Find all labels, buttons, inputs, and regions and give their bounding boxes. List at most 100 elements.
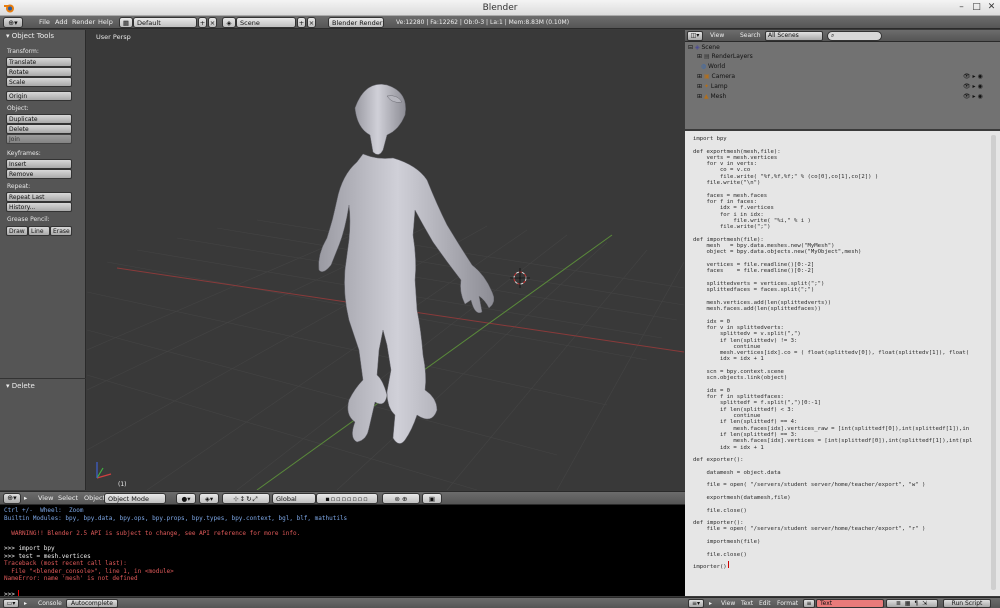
- minimize-button[interactable]: –: [955, 2, 968, 13]
- maximize-button[interactable]: □: [970, 2, 983, 13]
- script-code[interactable]: import bpy def exportmesh(mesh,file): ve…: [693, 136, 973, 570]
- gp-line-button[interactable]: Line: [28, 226, 50, 236]
- 3d-view-menu[interactable]: View: [38, 493, 53, 504]
- object-frame-label: (1): [118, 481, 127, 488]
- console-editor-type[interactable]: ▭▾: [3, 599, 19, 608]
- info-header: ⊕▾ File Add Render Help ▦ Default + × ◈ …: [0, 16, 1000, 29]
- outliner-display-mode[interactable]: All Scenes: [765, 31, 823, 41]
- text-collapse-icon[interactable]: ▸: [709, 599, 712, 608]
- text-cursor: [728, 561, 729, 568]
- outliner-search-menu[interactable]: Search: [740, 31, 761, 41]
- snap-buttons[interactable]: ⊚ ⊕: [382, 493, 420, 504]
- outliner-search-input[interactable]: ⌕: [827, 31, 882, 41]
- outliner-item-lamp[interactable]: ⊞ ✦ Lamp: [697, 82, 728, 92]
- grease-pencil-label: Grease Pencil:: [7, 216, 50, 223]
- python-console[interactable]: Ctrl +/- Wheel: Zoom Builtin Modules: bpy…: [0, 505, 685, 598]
- text-browse-icon[interactable]: ≡: [803, 599, 815, 608]
- join-button[interactable]: Join: [6, 134, 72, 144]
- translate-button[interactable]: Translate: [6, 57, 72, 67]
- operator-panel-header[interactable]: ▾ Delete: [6, 382, 35, 390]
- menu-add[interactable]: Add: [55, 17, 68, 28]
- 3d-select-menu[interactable]: Select: [58, 493, 78, 504]
- close-button[interactable]: ✕: [985, 2, 998, 13]
- text-format-menu[interactable]: Format: [777, 599, 798, 608]
- console-line: File "<blender_console>", line 1, in <mo…: [4, 567, 174, 575]
- window-title: Blender: [482, 3, 518, 13]
- layer-buttons[interactable]: ▪▫▫▫▫▫▫▫: [316, 493, 378, 504]
- origin-button[interactable]: Origin: [6, 91, 72, 101]
- 3d-view-header: ⊕▾ ▸ View Select Object Object Mode ●▾ ◈…: [0, 491, 685, 505]
- transform-label: Transform:: [7, 48, 39, 55]
- text-editor-header: ≡▾ ▸ View Text Edit Format ≡ Text ≣ ▦ ¶ …: [685, 597, 1000, 608]
- insert-keyframe-button[interactable]: Insert: [6, 159, 72, 169]
- text-edit-menu[interactable]: Edit: [759, 599, 771, 608]
- text-name-field[interactable]: Text: [816, 599, 884, 608]
- repeat-last-button[interactable]: Repeat Last: [6, 192, 72, 202]
- object-tools-title: Object Tools: [11, 32, 55, 40]
- interaction-mode-select[interactable]: Object Mode: [104, 493, 166, 504]
- outliner-item-renderlayers[interactable]: ⊞ ▤ RenderLayers: [697, 52, 753, 62]
- 3d-editor-type-menu[interactable]: ⊕▾: [3, 493, 21, 504]
- history-button[interactable]: History...: [6, 202, 72, 212]
- gp-draw-button[interactable]: Draw: [6, 226, 28, 236]
- remove-keyframe-button[interactable]: Remove: [6, 169, 72, 179]
- delete-scene-button[interactable]: ×: [307, 17, 316, 28]
- operator-title: Delete: [11, 382, 35, 390]
- 3d-object-menu[interactable]: Object: [84, 493, 105, 504]
- screen-layout-icon[interactable]: ▦: [119, 17, 133, 28]
- object-tools-panel-header[interactable]: ▾ Object Tools: [6, 32, 54, 40]
- editor-type-menu[interactable]: ⊕▾: [3, 17, 23, 28]
- text-text-menu[interactable]: Text: [741, 599, 753, 608]
- autocomplete-button[interactable]: Autocomplete: [66, 599, 118, 608]
- viewport-shading-select[interactable]: ●▾: [176, 493, 196, 504]
- mesh-label: Mesh: [710, 93, 727, 100]
- y-axis-line: [256, 234, 613, 490]
- 3d-viewport[interactable]: User Persp (1): [87, 30, 684, 490]
- outliner-item-mesh[interactable]: ⊞ ▲ Mesh: [697, 92, 726, 102]
- rotate-button[interactable]: Rotate: [6, 67, 72, 77]
- console-header: ▭▾ ▸ Console Autocomplete: [0, 597, 685, 608]
- gp-erase-button[interactable]: Erase: [50, 226, 72, 236]
- outliner-item-camera[interactable]: ⊞ ▣ Camera: [697, 72, 735, 82]
- outliner-restrict-icons[interactable]: 👁 ▸ ◉ 👁 ▸ ◉ 👁 ▸ ◉: [963, 72, 993, 102]
- alien-mesh-model[interactable]: [318, 84, 495, 444]
- text-display-toggles[interactable]: ≣ ▦ ¶ ⇲: [886, 599, 938, 608]
- scene-field[interactable]: Scene: [236, 17, 296, 28]
- world-label: World: [708, 63, 726, 70]
- outliner-editor-type[interactable]: ◫▾: [687, 31, 703, 41]
- menu-file[interactable]: File: [39, 17, 50, 28]
- console-menu[interactable]: Console: [38, 599, 62, 608]
- screen-layout-field[interactable]: Default: [133, 17, 197, 28]
- manipulator-buttons[interactable]: ⊹↕↻⤢: [222, 493, 270, 504]
- menu-render[interactable]: Render: [72, 17, 95, 28]
- pivot-point-select[interactable]: ◈▾: [199, 493, 219, 504]
- delete-button[interactable]: Delete: [6, 124, 72, 134]
- add-scene-button[interactable]: +: [297, 17, 306, 28]
- run-script-button[interactable]: Run Script: [943, 599, 991, 608]
- tool-shelf: ▾ Object Tools Transform: Translate Rota…: [0, 30, 86, 490]
- text-editor-type[interactable]: ≡▾: [688, 599, 704, 608]
- menu-help[interactable]: Help: [98, 17, 113, 28]
- outliner-item-world[interactable]: ◍ World: [697, 62, 725, 72]
- render-preview-button[interactable]: ▣: [422, 493, 442, 504]
- console-collapse-icon[interactable]: ▸: [24, 599, 27, 608]
- outliner-view-menu[interactable]: View: [710, 31, 724, 41]
- window-titlebar: Blender: [0, 0, 1000, 16]
- add-screen-button[interactable]: +: [198, 17, 207, 28]
- 3d-cursor[interactable]: [510, 268, 530, 288]
- delete-screen-button[interactable]: ×: [208, 17, 217, 28]
- repeat-label: Repeat:: [7, 183, 31, 190]
- scene-icon[interactable]: ◈: [222, 17, 236, 28]
- render-engine-select[interactable]: Blender Render: [328, 17, 384, 28]
- text-editor[interactable]: import bpy def exportmesh(mesh,file): ve…: [685, 131, 1000, 596]
- text-view-menu[interactable]: View: [721, 599, 735, 608]
- console-line: >>> import bpy: [4, 544, 55, 552]
- scene-stats: Ve:12280 | Fa:12262 | Ob:0-3 | La:1 | Me…: [396, 19, 570, 26]
- scale-button[interactable]: Scale: [6, 77, 72, 87]
- text-editor-scrollbar[interactable]: [991, 135, 996, 590]
- transform-orientation-select[interactable]: Global: [272, 493, 316, 504]
- duplicate-button[interactable]: Duplicate: [6, 114, 72, 124]
- collapse-menu-icon[interactable]: ▸: [24, 493, 27, 504]
